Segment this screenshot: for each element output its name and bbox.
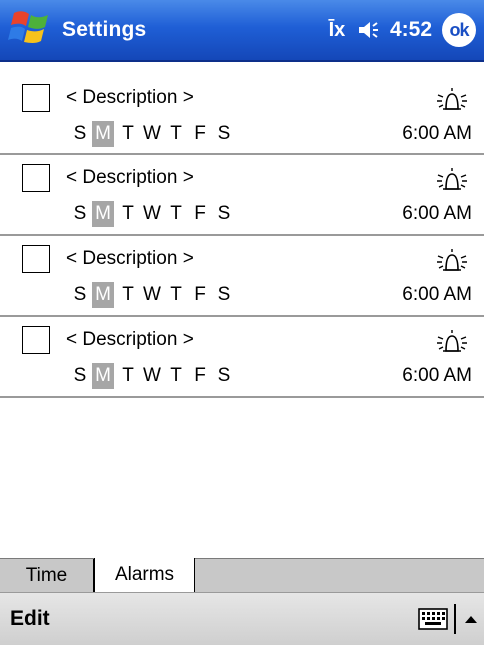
day-tuesday[interactable]: T <box>116 282 140 308</box>
day-wednesday[interactable]: W <box>140 363 164 389</box>
alarm-enable-checkbox[interactable] <box>22 164 50 192</box>
day-friday[interactable]: F <box>188 363 212 389</box>
tab-strip: Time Alarms <box>0 558 484 593</box>
window-title: Settings <box>62 18 147 41</box>
speaker-icon[interactable] <box>354 0 386 61</box>
day-thursday[interactable]: T <box>164 282 188 308</box>
day-wednesday[interactable]: W <box>140 201 164 227</box>
clock[interactable]: 4:52 <box>386 0 442 61</box>
alarm-days: S M T W T F S <box>68 363 236 389</box>
alarm-row[interactable]: < Description > S M T W T F S 6:00 AM <box>0 75 484 155</box>
connectivity-icon[interactable]: Īx <box>320 0 354 61</box>
alarm-bell-icon[interactable] <box>436 329 468 357</box>
keyboard-icon[interactable] <box>418 608 448 630</box>
day-sunday[interactable]: S <box>68 282 92 308</box>
alarm-enable-checkbox[interactable] <box>22 84 50 112</box>
tab-alarms[interactable]: Alarms <box>94 558 195 593</box>
alarm-enable-checkbox[interactable] <box>22 326 50 354</box>
day-sunday[interactable]: S <box>68 121 92 147</box>
alarm-enable-checkbox[interactable] <box>22 245 50 273</box>
menu-bar: Edit <box>0 592 484 645</box>
alarm-days: S M T W T F S <box>68 201 236 227</box>
edit-menu[interactable]: Edit <box>0 607 50 631</box>
day-saturday[interactable]: S <box>212 363 236 389</box>
day-sunday[interactable]: S <box>68 201 92 227</box>
alarm-bell-icon[interactable] <box>436 167 468 195</box>
alarm-description[interactable]: < Description > <box>66 167 194 189</box>
alarm-row[interactable]: < Description > S M T W T F S 6:00 AM <box>0 317 484 398</box>
windows-flag-icon <box>8 7 54 54</box>
alarm-row[interactable]: < Description > S M T W T F S 6:00 AM <box>0 236 484 317</box>
alarm-days: S M T W T F S <box>68 282 236 308</box>
day-monday[interactable]: M <box>92 201 114 227</box>
system-tray: Īx 4:52 ok <box>320 0 484 61</box>
up-arrow-icon[interactable] <box>462 614 480 624</box>
alarm-time[interactable]: 6:00 AM <box>402 123 472 145</box>
alarm-row[interactable]: < Description > S M T W T F S 6:00 AM <box>0 155 484 236</box>
day-wednesday[interactable]: W <box>140 282 164 308</box>
title-bar: Settings Īx 4:52 ok <box>0 0 484 62</box>
alarm-bell-icon[interactable] <box>436 248 468 276</box>
alarm-description[interactable]: < Description > <box>66 248 194 270</box>
ok-button[interactable]: ok <box>442 13 476 47</box>
alarm-description[interactable]: < Description > <box>66 329 194 351</box>
day-wednesday[interactable]: W <box>140 121 164 147</box>
day-saturday[interactable]: S <box>212 282 236 308</box>
day-monday[interactable]: M <box>92 363 114 389</box>
start-button[interactable] <box>0 0 62 61</box>
alarm-list: < Description > S M T W T F S 6:00 AM < … <box>0 75 484 398</box>
day-saturday[interactable]: S <box>212 121 236 147</box>
day-friday[interactable]: F <box>188 121 212 147</box>
alarm-time[interactable]: 6:00 AM <box>402 365 472 387</box>
day-thursday[interactable]: T <box>164 363 188 389</box>
input-panel-controls <box>418 593 484 645</box>
alarm-days: S M T W T F S <box>68 121 236 147</box>
day-tuesday[interactable]: T <box>116 363 140 389</box>
day-sunday[interactable]: S <box>68 363 92 389</box>
alarm-bell-icon[interactable] <box>436 87 468 115</box>
alarm-time[interactable]: 6:00 AM <box>402 203 472 225</box>
day-tuesday[interactable]: T <box>116 201 140 227</box>
day-tuesday[interactable]: T <box>116 121 140 147</box>
day-friday[interactable]: F <box>188 201 212 227</box>
day-friday[interactable]: F <box>188 282 212 308</box>
tab-time[interactable]: Time <box>0 559 94 593</box>
day-monday[interactable]: M <box>92 121 114 147</box>
alarm-description[interactable]: < Description > <box>66 87 194 109</box>
day-thursday[interactable]: T <box>164 121 188 147</box>
alarm-time[interactable]: 6:00 AM <box>402 284 472 306</box>
sip-divider <box>454 604 456 634</box>
day-monday[interactable]: M <box>92 282 114 308</box>
day-saturday[interactable]: S <box>212 201 236 227</box>
day-thursday[interactable]: T <box>164 201 188 227</box>
